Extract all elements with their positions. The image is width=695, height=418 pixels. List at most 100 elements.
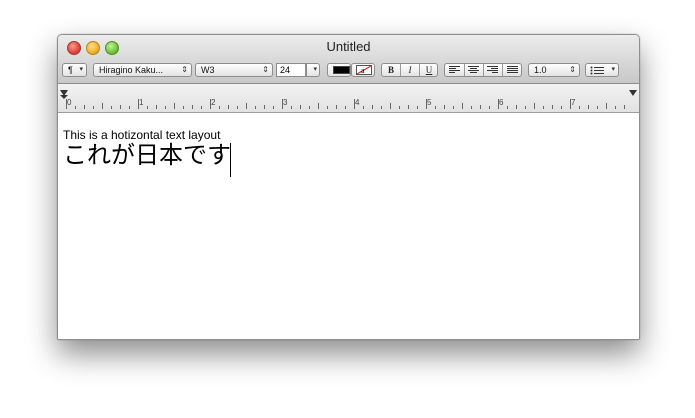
ruler-tick: [174, 103, 175, 109]
ruler-tick: [129, 106, 130, 109]
ruler-tick: [273, 106, 274, 109]
text-line-japanese: これが日本です: [63, 141, 231, 169]
underline-button[interactable]: U: [420, 64, 437, 76]
line-spacing-popup[interactable]: 1.0 ⇕: [528, 63, 580, 77]
font-family-value: Hiragino Kaku...: [99, 65, 164, 75]
ruler-tick: [165, 106, 166, 109]
list-bullets-popup[interactable]: ▾: [585, 63, 619, 77]
ruler-tick: [588, 105, 589, 109]
font-size-value: 24: [280, 65, 291, 75]
ruler-tick: [156, 105, 157, 109]
updown-arrows-icon: ⇕: [569, 65, 576, 74]
ruler-tick: [363, 106, 364, 109]
ruler-tick: [606, 103, 607, 109]
paragraph-icon: ¶: [68, 65, 73, 75]
ruler[interactable]: 0 1 2 3 4 5 6 7: [58, 84, 639, 113]
ruler-tick: [480, 105, 481, 109]
ruler-tick: [120, 105, 121, 109]
ruler-tick: [462, 103, 463, 109]
ruler-tick: [543, 106, 544, 109]
ruler-tick: [201, 106, 202, 109]
ruler-tick: [246, 103, 247, 109]
chevron-down-icon: ▾: [313, 66, 317, 73]
ruler-tick: [399, 106, 400, 109]
ruler-label: 4: [355, 98, 360, 107]
ruler-tick: [345, 106, 346, 109]
font-size-dropdown[interactable]: ▾: [306, 63, 320, 77]
segment-divider: [464, 64, 465, 76]
list-icon: [590, 66, 604, 75]
font-weight-value: W3: [201, 65, 215, 75]
title-bar: Untitled ¶ ▾ Hiragino Kaku... ⇕ W3 ⇕ 24 …: [58, 35, 639, 84]
justify-icon[interactable]: [507, 66, 518, 74]
ruler-tick: [507, 106, 508, 109]
ruler-tick: [516, 105, 517, 109]
updown-arrows-icon: ⇕: [262, 65, 269, 74]
ruler-tick: [435, 106, 436, 109]
text-caret: [230, 143, 231, 177]
font-size-field[interactable]: 24: [276, 63, 306, 77]
ruler-tick: [318, 103, 319, 109]
ruler-tick: [615, 106, 616, 109]
ruler-tick: [147, 106, 148, 109]
font-weight-popup[interactable]: W3 ⇕: [195, 63, 273, 77]
ruler-tick: [291, 106, 292, 109]
line-spacing-value: 1.0: [534, 65, 547, 75]
segment-divider: [483, 64, 484, 76]
paragraph-styles-popup[interactable]: ¶ ▾: [62, 63, 87, 77]
ruler-tick: [624, 105, 625, 109]
ruler-tick: [300, 105, 301, 109]
ruler-tick: [264, 105, 265, 109]
ruler-tick: [93, 106, 94, 109]
ruler-tick: [579, 106, 580, 109]
ruler-tick: [453, 106, 454, 109]
ruler-tick: [111, 106, 112, 109]
ruler-tick: [237, 106, 238, 109]
ruler-tick: [75, 106, 76, 109]
ruler-tick: [192, 105, 193, 109]
ruler-tick: [183, 106, 184, 109]
ruler-label: 2: [211, 98, 216, 107]
document-text-area[interactable]: This is a hotizontal text layout これが日本です: [58, 113, 639, 339]
text-style-group: B I U: [381, 63, 438, 77]
text-color-well[interactable]: [327, 63, 351, 77]
updown-arrows-icon: ⇕: [181, 65, 188, 74]
no-highlight-icon: a: [356, 65, 372, 75]
ruler-label: 7: [571, 98, 576, 107]
ruler-tick: [417, 106, 418, 109]
ruler-tick: [327, 106, 328, 109]
ruler-tick: [372, 105, 373, 109]
font-family-popup[interactable]: Hiragino Kaku... ⇕: [93, 63, 192, 77]
ruler-tick: [561, 106, 562, 109]
ruler-tick: [552, 105, 553, 109]
bold-button[interactable]: B: [382, 64, 400, 76]
highlight-color-well[interactable]: a: [351, 63, 375, 77]
align-right-icon[interactable]: [487, 66, 498, 74]
ruler-tick: [525, 106, 526, 109]
ruler-tick: [84, 105, 85, 109]
segment-divider: [502, 64, 503, 76]
text-edit-window: Untitled ¶ ▾ Hiragino Kaku... ⇕ W3 ⇕ 24 …: [57, 34, 640, 340]
align-center-icon[interactable]: [468, 66, 479, 74]
ruler-label: 1: [139, 98, 144, 107]
chevron-down-icon: ▾: [79, 66, 83, 73]
ruler-label: 3: [283, 98, 288, 107]
alignment-group: [444, 63, 522, 77]
ruler-label: 6: [499, 98, 504, 107]
ruler-tick: [219, 106, 220, 109]
text-line-english: This is a hotizontal text layout: [63, 128, 221, 142]
ruler-tick: [255, 106, 256, 109]
ruler-tick: [309, 106, 310, 109]
svg-text:a: a: [361, 66, 365, 75]
ruler-tick: [471, 106, 472, 109]
chevron-down-icon: ▾: [611, 66, 615, 73]
italic-button[interactable]: I: [401, 64, 419, 76]
ruler-tick: [597, 106, 598, 109]
align-left-icon[interactable]: [449, 66, 460, 74]
ruler-tick: [381, 106, 382, 109]
ruler-tick: [408, 105, 409, 109]
window-title: Untitled: [326, 39, 371, 54]
ruler-tick: [444, 105, 445, 109]
right-margin-marker[interactable]: [629, 90, 637, 96]
ruler-label: 5: [427, 98, 432, 107]
